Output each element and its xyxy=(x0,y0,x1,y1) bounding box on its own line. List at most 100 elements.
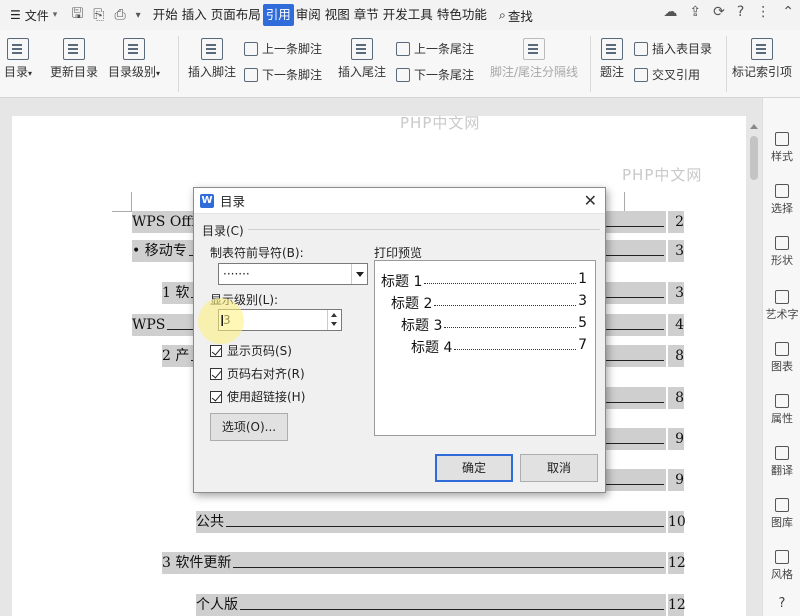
toc-line-text: • 移动专 xyxy=(132,243,187,259)
mark-index-button[interactable]: 标记索引项 xyxy=(732,38,792,80)
cross-ref-button[interactable]: 交叉引用 xyxy=(634,66,700,83)
preview-text: 标题 2 xyxy=(391,296,433,312)
use-link-checkbox[interactable]: 使用超链接(H) xyxy=(210,388,305,405)
insert-footnote-label: 插入脚注 xyxy=(188,65,237,79)
chevron-down-icon[interactable] xyxy=(351,264,367,284)
cancel-button[interactable]: 取消 xyxy=(520,454,598,482)
tab-view[interactable]: 视图 xyxy=(323,4,352,26)
tab-review[interactable]: 审阅 xyxy=(294,4,323,26)
tab-references[interactable]: 引用 xyxy=(262,4,294,26)
stepper-up-icon[interactable] xyxy=(331,313,337,317)
leader-value: ······· xyxy=(223,267,250,281)
checkbox-checked-icon xyxy=(210,390,222,403)
collapse-icon[interactable]: ⌃ xyxy=(782,4,794,20)
file-label: 文件 xyxy=(24,8,49,23)
insert-endnote-button[interactable]: 插入尾注 xyxy=(338,38,386,80)
update-toc-button[interactable]: 更新目录 xyxy=(50,38,98,80)
toc-button[interactable]: 目录▾ xyxy=(4,38,32,80)
toc-line-page: 12 xyxy=(668,594,686,616)
toc-label: 目录 xyxy=(4,65,29,79)
toc-line-text: 个人版 xyxy=(196,597,238,613)
mark-index-icon xyxy=(751,38,773,60)
sidebar-item-chart[interactable]: 图表 xyxy=(763,342,800,374)
toc-line[interactable]: 3 软件更新 12 xyxy=(162,552,686,574)
sidebar-item-wordart[interactable]: 艺术字 xyxy=(763,290,800,322)
tab-features[interactable]: 特色功能 xyxy=(435,4,489,26)
file-menu-button[interactable]: ☰ 文件 ▾ xyxy=(4,3,63,27)
sidebar-item-shape[interactable]: 形状 xyxy=(763,236,800,268)
save-icon[interactable]: 🖫 xyxy=(71,3,83,27)
sidebar-item-select[interactable]: 选择 xyxy=(763,184,800,216)
sidebar-item-translate[interactable]: 翻译 xyxy=(763,446,800,478)
more-icon[interactable]: ▾ xyxy=(136,10,141,21)
toc-line[interactable]: 公共 10 xyxy=(196,511,686,533)
wordart-icon xyxy=(775,290,789,304)
wps-logo-icon: W xyxy=(200,193,214,208)
scroll-up-icon[interactable] xyxy=(750,124,758,129)
show-page-checkbox[interactable]: 显示页码(S) xyxy=(210,342,292,359)
tab-insert[interactable]: 插入 xyxy=(180,4,209,26)
tab-layout[interactable]: 页面布局 xyxy=(209,4,263,26)
tab-section[interactable]: 章节 xyxy=(352,4,381,26)
preview-line: 标题 3 5 xyxy=(401,315,587,335)
level-icon xyxy=(123,38,146,60)
next-footnote-button[interactable]: 下一条脚注 xyxy=(244,66,322,83)
sync-icon[interactable]: ⟳ xyxy=(713,4,725,20)
close-icon[interactable]: ✕ xyxy=(584,191,597,210)
stepper-buttons[interactable] xyxy=(327,310,341,330)
toc-line[interactable]: 个人版 12 xyxy=(196,594,686,616)
options-button[interactable]: 选项(O)... xyxy=(210,413,288,441)
ok-button[interactable]: 确定 xyxy=(435,454,513,482)
format-painter-icon[interactable]: ⎘ xyxy=(93,7,104,23)
toc-level-button[interactable]: 目录级别▾ xyxy=(108,38,160,80)
sidebar-item-theme[interactable]: 风格 xyxy=(763,550,800,582)
scroll-thumb[interactable] xyxy=(750,136,758,180)
toc-line-text: 1 软 xyxy=(162,285,190,301)
print-icon[interactable]: ⎙ xyxy=(114,7,125,23)
toc-line-page: 4 xyxy=(668,314,684,336)
show-page-label: 显示页码(S) xyxy=(227,344,292,358)
search-button[interactable]: ⌕ 查找 xyxy=(499,6,533,25)
preview-page: 1 xyxy=(578,271,587,287)
insert-footnote-button[interactable]: 插入脚注 xyxy=(188,38,236,80)
next-endnote-button[interactable]: 下一条尾注 xyxy=(396,66,474,83)
watermark: PHP中文网 xyxy=(622,166,703,184)
align-right-checkbox[interactable]: 页码右对齐(R) xyxy=(210,365,305,382)
insert-table-toc-button[interactable]: 插入表目录 xyxy=(634,40,712,57)
sidebar-item-label: 图表 xyxy=(771,360,793,373)
cloud-icon[interactable]: ☁ xyxy=(663,4,677,20)
caption-button[interactable]: 题注 xyxy=(600,38,624,80)
vertical-scrollbar[interactable] xyxy=(748,122,760,616)
hamburger-icon: ☰ xyxy=(10,8,21,22)
shape-icon xyxy=(775,236,789,250)
preview-line: 标题 4 7 xyxy=(411,337,587,357)
tab-home[interactable]: 开始 xyxy=(151,4,180,26)
chevron-down-icon: ▾ xyxy=(52,10,58,20)
dialog-titlebar[interactable]: W 目录 ✕ xyxy=(194,188,605,214)
menu-bar: ☰ 文件 ▾ 🖫 ⎘ ⎙ ▾ 开始 插入 页面布局 引用 审阅 视图 章节 开发… xyxy=(0,0,800,30)
toc-line-text: WPS Offi xyxy=(132,214,196,230)
sidebar-help[interactable]: ? xyxy=(763,596,800,611)
quick-access: 🖫 ⎘ ⎙ ▾ xyxy=(71,3,140,27)
toc-line-page: 10 xyxy=(668,511,686,533)
sidebar-item-properties[interactable]: 属性 xyxy=(763,394,800,426)
sidebar-item-style[interactable]: 样式 xyxy=(763,132,800,164)
prev-footnote-button[interactable]: 上一条脚注 xyxy=(244,40,322,57)
separator-button[interactable]: 脚注/尾注分隔线 xyxy=(490,38,578,80)
next-endnote-label: 下一条尾注 xyxy=(414,68,475,82)
share-icon[interactable]: ⇪ xyxy=(689,4,701,20)
sidebar-item-gallery[interactable]: 图库 xyxy=(763,498,800,530)
prev-footnote-icon xyxy=(244,41,258,56)
toc-line-page: 8 xyxy=(668,387,684,409)
watermark: PHP中文网 xyxy=(400,114,481,132)
prev-endnote-button[interactable]: 上一条尾注 xyxy=(396,40,474,57)
tab-developer[interactable]: 开发工具 xyxy=(381,4,435,26)
help-icon: ? xyxy=(778,596,786,611)
right-sidebar: 样式 选择 形状 艺术字 图表 属性 翻译 图库 风格 ? xyxy=(762,98,800,616)
endnote-icon xyxy=(351,38,373,60)
stepper-down-icon[interactable] xyxy=(331,322,337,326)
sidebar-item-label: 选择 xyxy=(771,202,793,215)
leader-select[interactable]: ······· xyxy=(218,263,368,285)
more-options-icon[interactable]: ⋮ xyxy=(756,4,770,20)
help-icon[interactable]: ? xyxy=(737,4,744,20)
